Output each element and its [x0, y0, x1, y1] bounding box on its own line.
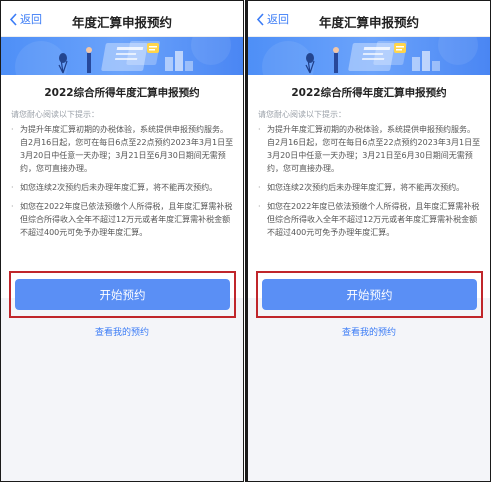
view-my-reservations-link[interactable]: 查看我的预约 [1, 325, 243, 338]
bullet-icon: · [11, 202, 14, 211]
list-item: · 为提升年度汇算初期的办税体验，系统提供申报预约服务。自2月16日起，您可在每… [11, 125, 234, 173]
notice-list: · 为提升年度汇算初期的办税体验，系统提供申报预约服务。自2月16日起，您可在每… [248, 123, 490, 239]
view-my-reservations-link[interactable]: 查看我的预约 [248, 325, 490, 338]
list-item: · 如您在2022年度已依法预缴个人所得税，且年度汇算需补税但综合所得收入全年不… [258, 202, 480, 237]
list-item: · 如您连续2次预约后未办理年度汇算，将不能再次预约。 [11, 183, 218, 192]
notice-text: 请您耐心阅读以下提示： [258, 110, 346, 119]
card-title: 2022综合所得年度汇算申报预约 [291, 87, 447, 99]
notice-text: 请您耐心阅读以下提示： [11, 110, 99, 119]
highlight-frame: 开始预约 [256, 271, 483, 318]
page-title: 年度汇算申报预约 [318, 15, 419, 30]
start-reservation-button[interactable]: 开始预约 [15, 279, 230, 310]
banner-art-icon [15, 37, 231, 75]
bullet-icon: · [258, 202, 261, 211]
banner-art-icon [262, 37, 478, 75]
banner-illustration [248, 37, 490, 75]
banner-illustration [1, 37, 243, 75]
bullet-icon: · [11, 125, 14, 134]
list-item: · 如您连续2次预约后未办理年度汇算，将不能再次预约。 [258, 183, 465, 192]
phone-screen-right: 返回 年度汇算申报预约 2022综合所得年度汇算申报预约 请您耐心阅读以下提示： [247, 0, 491, 482]
start-reservation-button[interactable]: 开始预约 [262, 279, 477, 310]
bullet-icon: · [11, 183, 14, 192]
bullet-icon: · [258, 183, 261, 192]
notice-card: 2022综合所得年度汇算申报预约 请您耐心阅读以下提示： · 为提升年度汇算初期… [1, 75, 243, 298]
nav-bar: 返回 年度汇算申报预约 [1, 1, 243, 37]
list-item: · 为提升年度汇算初期的办税体验，系统提供申报预约服务。自2月16日起，您可在每… [258, 125, 481, 173]
notice-list: · 为提升年度汇算初期的办税体验，系统提供申报预约服务。自2月16日起，您可在每… [1, 123, 243, 239]
notice-card: 2022综合所得年度汇算申报预约 请您耐心阅读以下提示： · 为提升年度汇算初期… [248, 75, 490, 298]
bullet-icon: · [258, 125, 261, 134]
card-title: 2022综合所得年度汇算申报预约 [44, 87, 200, 99]
page-title: 年度汇算申报预约 [71, 15, 172, 30]
list-item: · 如您在2022年度已依法预缴个人所得税，且年度汇算需补税但综合所得收入全年不… [11, 202, 233, 237]
nav-bar: 返回 年度汇算申报预约 [248, 1, 490, 37]
phone-screen-left: 返回 年度汇算申报预约 2022综合所得年度汇算申报预约 请您耐心阅读以下提示：… [0, 0, 244, 482]
highlight-frame: 开始预约 [9, 271, 236, 318]
